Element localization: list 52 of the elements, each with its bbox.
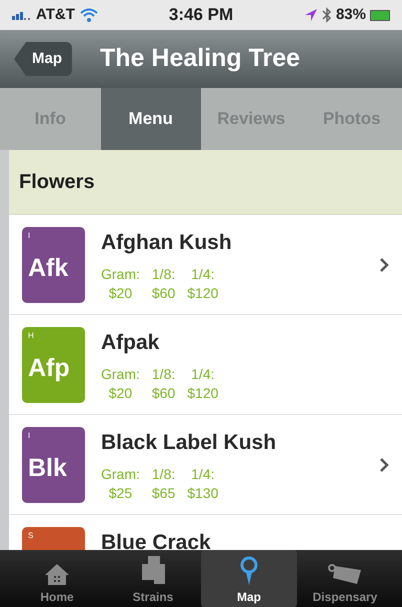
battery-percent: 83% bbox=[336, 4, 366, 25]
status-time: 3:46 PM bbox=[168, 4, 234, 26]
price-value: $120 bbox=[187, 284, 218, 302]
tag-icon bbox=[327, 562, 363, 586]
carrier-label: AT&T bbox=[36, 4, 75, 25]
price-value: $25 bbox=[108, 484, 132, 502]
price-label: 1/8: bbox=[152, 364, 176, 384]
strain-name: Blue Crack bbox=[101, 530, 211, 550]
price-value: $120 bbox=[187, 384, 218, 402]
price-value: $20 bbox=[108, 284, 132, 302]
strain-name: Afghan Kush bbox=[101, 230, 232, 256]
price-value: $130 bbox=[187, 484, 218, 502]
back-button[interactable]: Map bbox=[14, 42, 72, 76]
price-value: $65 bbox=[152, 484, 176, 502]
strain-row[interactable]: I Blk Black Label Kush Gram: $25 1/8: $65 1/4: $130 bbox=[9, 415, 402, 515]
strain-type-letter: I bbox=[28, 232, 30, 240]
strain-type-letter: H bbox=[28, 332, 34, 340]
strain-abbreviation: Blk bbox=[28, 453, 67, 484]
strain-abbreviation: Afk bbox=[28, 253, 68, 284]
tab-bar-item[interactable]: Dispensary bbox=[297, 550, 393, 607]
price-value: $60 bbox=[152, 284, 176, 302]
strain-row[interactable]: H Afp Afpak Gram: $20 1/8: $60 1/4: $120 bbox=[9, 315, 402, 415]
location-arrow-icon bbox=[304, 8, 318, 22]
bluetooth-icon bbox=[322, 7, 332, 23]
wifi-icon bbox=[78, 8, 99, 22]
signal-icon bbox=[12, 10, 32, 20]
price-label: 1/4: bbox=[191, 464, 214, 484]
price-value: $60 bbox=[152, 384, 176, 402]
strain-abbreviation: Afp bbox=[28, 353, 70, 384]
price-label: Gram: bbox=[101, 264, 140, 284]
tab-bar-item[interactable]: Strains bbox=[105, 550, 201, 607]
tab-bar-item[interactable]: Map bbox=[201, 550, 297, 607]
tab[interactable]: Menu bbox=[100, 88, 201, 150]
house-icon bbox=[43, 562, 71, 586]
tab-bar-item[interactable]: Home bbox=[9, 550, 105, 607]
price-value: $20 bbox=[108, 384, 132, 402]
section-header: Flowers bbox=[19, 170, 95, 195]
price-label: Gram: bbox=[101, 464, 140, 484]
strain-name: Black Label Kush bbox=[101, 430, 276, 456]
strain-row[interactable]: I Afk Afghan Kush Gram: $20 1/8: $60 1/4: $120 bbox=[9, 215, 402, 315]
price-label: 1/8: bbox=[152, 464, 176, 484]
strain-type-letter: S bbox=[28, 532, 34, 540]
price-label: 1/4: bbox=[191, 264, 214, 284]
price-label: Gram: bbox=[101, 364, 140, 384]
blocks-icon bbox=[140, 554, 166, 586]
battery-icon bbox=[370, 10, 390, 20]
strain-name: Afpak bbox=[101, 330, 160, 356]
nav-title: The Healing Tree bbox=[100, 43, 300, 74]
price-label: 1/4: bbox=[191, 364, 214, 384]
price-label: 1/8: bbox=[152, 264, 176, 284]
map-pin-icon bbox=[239, 556, 259, 586]
strain-type-letter: I bbox=[28, 432, 30, 440]
